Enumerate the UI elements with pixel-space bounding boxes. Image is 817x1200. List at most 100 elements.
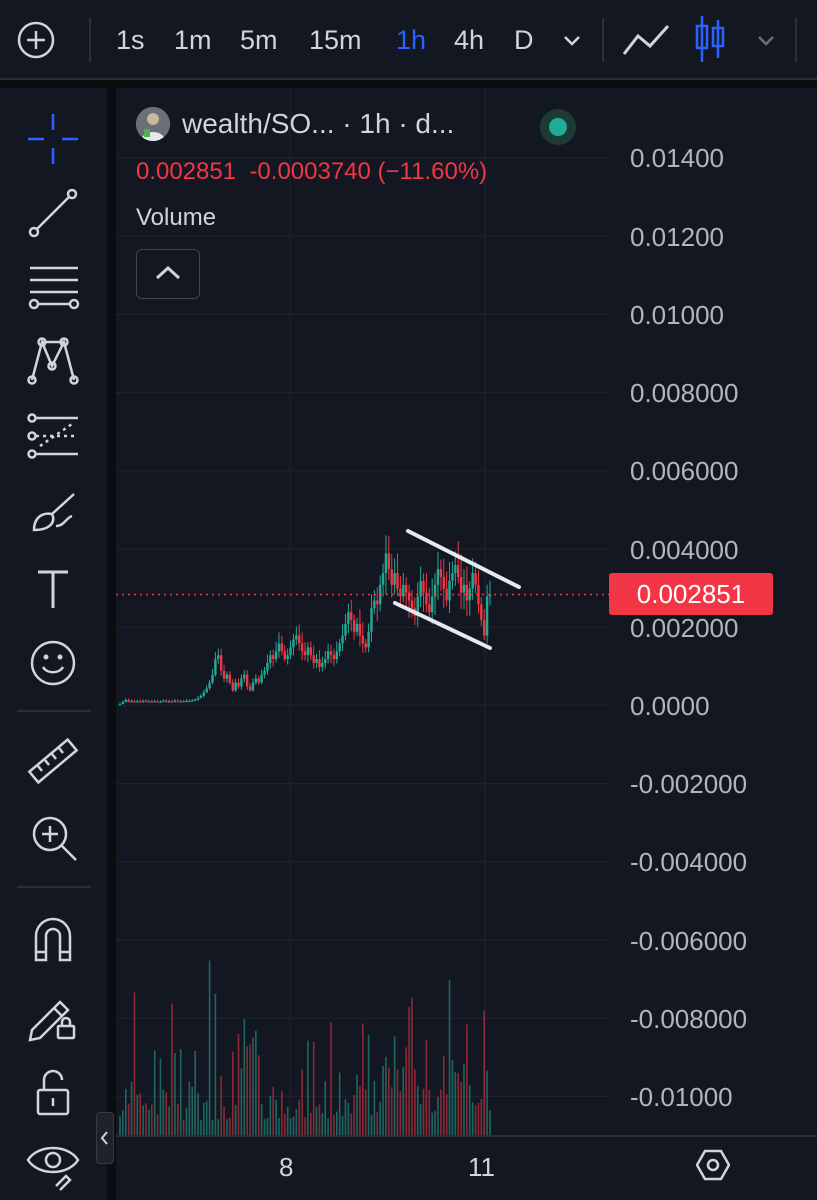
candle — [144, 700, 148, 703]
volume-bar — [171, 1003, 173, 1135]
candle — [303, 651, 307, 656]
volume-bar — [243, 1019, 246, 1135]
volume-bar — [405, 1047, 407, 1135]
volume-bar — [231, 1051, 234, 1135]
candle — [280, 643, 284, 652]
candle — [286, 655, 289, 660]
volume-bar — [240, 1068, 243, 1135]
candle — [251, 682, 255, 691]
candle — [139, 701, 142, 703]
candle — [150, 701, 153, 703]
volume-bar — [318, 1104, 321, 1135]
candle — [387, 553, 391, 570]
volume-bar — [408, 1006, 410, 1135]
price-tick: 0.002000 — [630, 613, 739, 643]
candle — [228, 674, 232, 683]
candle — [329, 651, 333, 656]
volume-bar — [234, 1104, 237, 1135]
volume-bar — [468, 1085, 471, 1135]
candle — [457, 565, 460, 577]
volume-bar — [133, 992, 136, 1135]
volume-bar — [194, 1050, 196, 1135]
candle — [454, 565, 457, 574]
candle — [121, 702, 125, 705]
candle — [352, 619, 356, 632]
volume-bar — [309, 1112, 312, 1135]
candle — [222, 670, 226, 679]
candle — [364, 643, 367, 648]
candle — [309, 647, 312, 656]
candle — [370, 608, 373, 632]
price-tick: 0.004000 — [630, 535, 739, 565]
candle — [428, 604, 431, 613]
volume-bar — [385, 1056, 387, 1135]
volume-bar — [182, 1119, 185, 1135]
market-status-indicator[interactable] — [540, 109, 576, 145]
candle — [170, 701, 174, 703]
volume-bar — [338, 1072, 341, 1135]
candle — [199, 695, 203, 699]
candle — [341, 635, 344, 644]
volume-bar — [197, 1093, 199, 1135]
volume-bar — [214, 993, 217, 1135]
candle — [335, 651, 338, 660]
volume-bar — [275, 1099, 277, 1135]
candle — [422, 580, 425, 593]
volume-bar — [307, 1040, 309, 1135]
volume-bar — [188, 1081, 191, 1135]
candle — [283, 651, 286, 660]
candle — [300, 643, 304, 652]
volume-bar — [471, 1102, 474, 1135]
volume-label[interactable]: Volume — [136, 204, 216, 232]
volume-bar — [480, 1099, 483, 1135]
volume-bar — [136, 1094, 139, 1135]
candle — [410, 600, 414, 609]
chevron-up-icon — [155, 265, 181, 280]
candle — [234, 682, 237, 691]
candle — [396, 573, 399, 589]
candle — [202, 692, 206, 696]
candle — [269, 655, 272, 663]
volume-bar — [419, 1103, 422, 1135]
price-tick: -0.01000 — [630, 1082, 733, 1112]
candle — [185, 700, 188, 703]
volume-bar — [356, 1074, 358, 1135]
candle — [217, 655, 220, 660]
volume-bar — [174, 1053, 176, 1135]
candle — [315, 659, 318, 663]
volume-bar — [393, 1036, 396, 1135]
candle — [167, 701, 171, 703]
candle — [321, 662, 324, 667]
candle — [159, 701, 162, 703]
settings-icon[interactable] — [696, 1148, 730, 1182]
candle — [182, 701, 185, 703]
volume-bar — [402, 1067, 405, 1135]
candle — [451, 573, 454, 581]
volume-bar — [445, 1093, 448, 1135]
channel-lower-line — [393, 601, 492, 650]
candle — [425, 592, 428, 605]
candle — [237, 682, 240, 687]
volume-bar — [457, 1072, 460, 1135]
symbol-name[interactable]: wealth/SO... · 1h · d... — [182, 108, 454, 140]
candle — [485, 596, 489, 636]
candle — [442, 576, 445, 589]
volume-bar — [364, 1089, 367, 1135]
volume-bar — [344, 1099, 347, 1135]
volume-bar — [162, 1089, 165, 1135]
candle — [156, 701, 159, 703]
candle — [448, 580, 451, 601]
symbol-interval: · 1h · d... — [342, 108, 455, 139]
volume-bar — [257, 1055, 260, 1135]
price-tick: -0.002000 — [630, 769, 748, 799]
candle — [277, 643, 281, 652]
volume-bar — [168, 1106, 170, 1135]
candle — [436, 569, 440, 585]
candle — [248, 686, 252, 691]
collapse-indicators-button[interactable] — [136, 249, 200, 299]
volume-bar — [335, 1111, 338, 1135]
volume-bar — [460, 1081, 462, 1135]
volume-bar — [350, 1113, 353, 1135]
volume-bar — [295, 1108, 298, 1135]
candle — [338, 643, 341, 652]
